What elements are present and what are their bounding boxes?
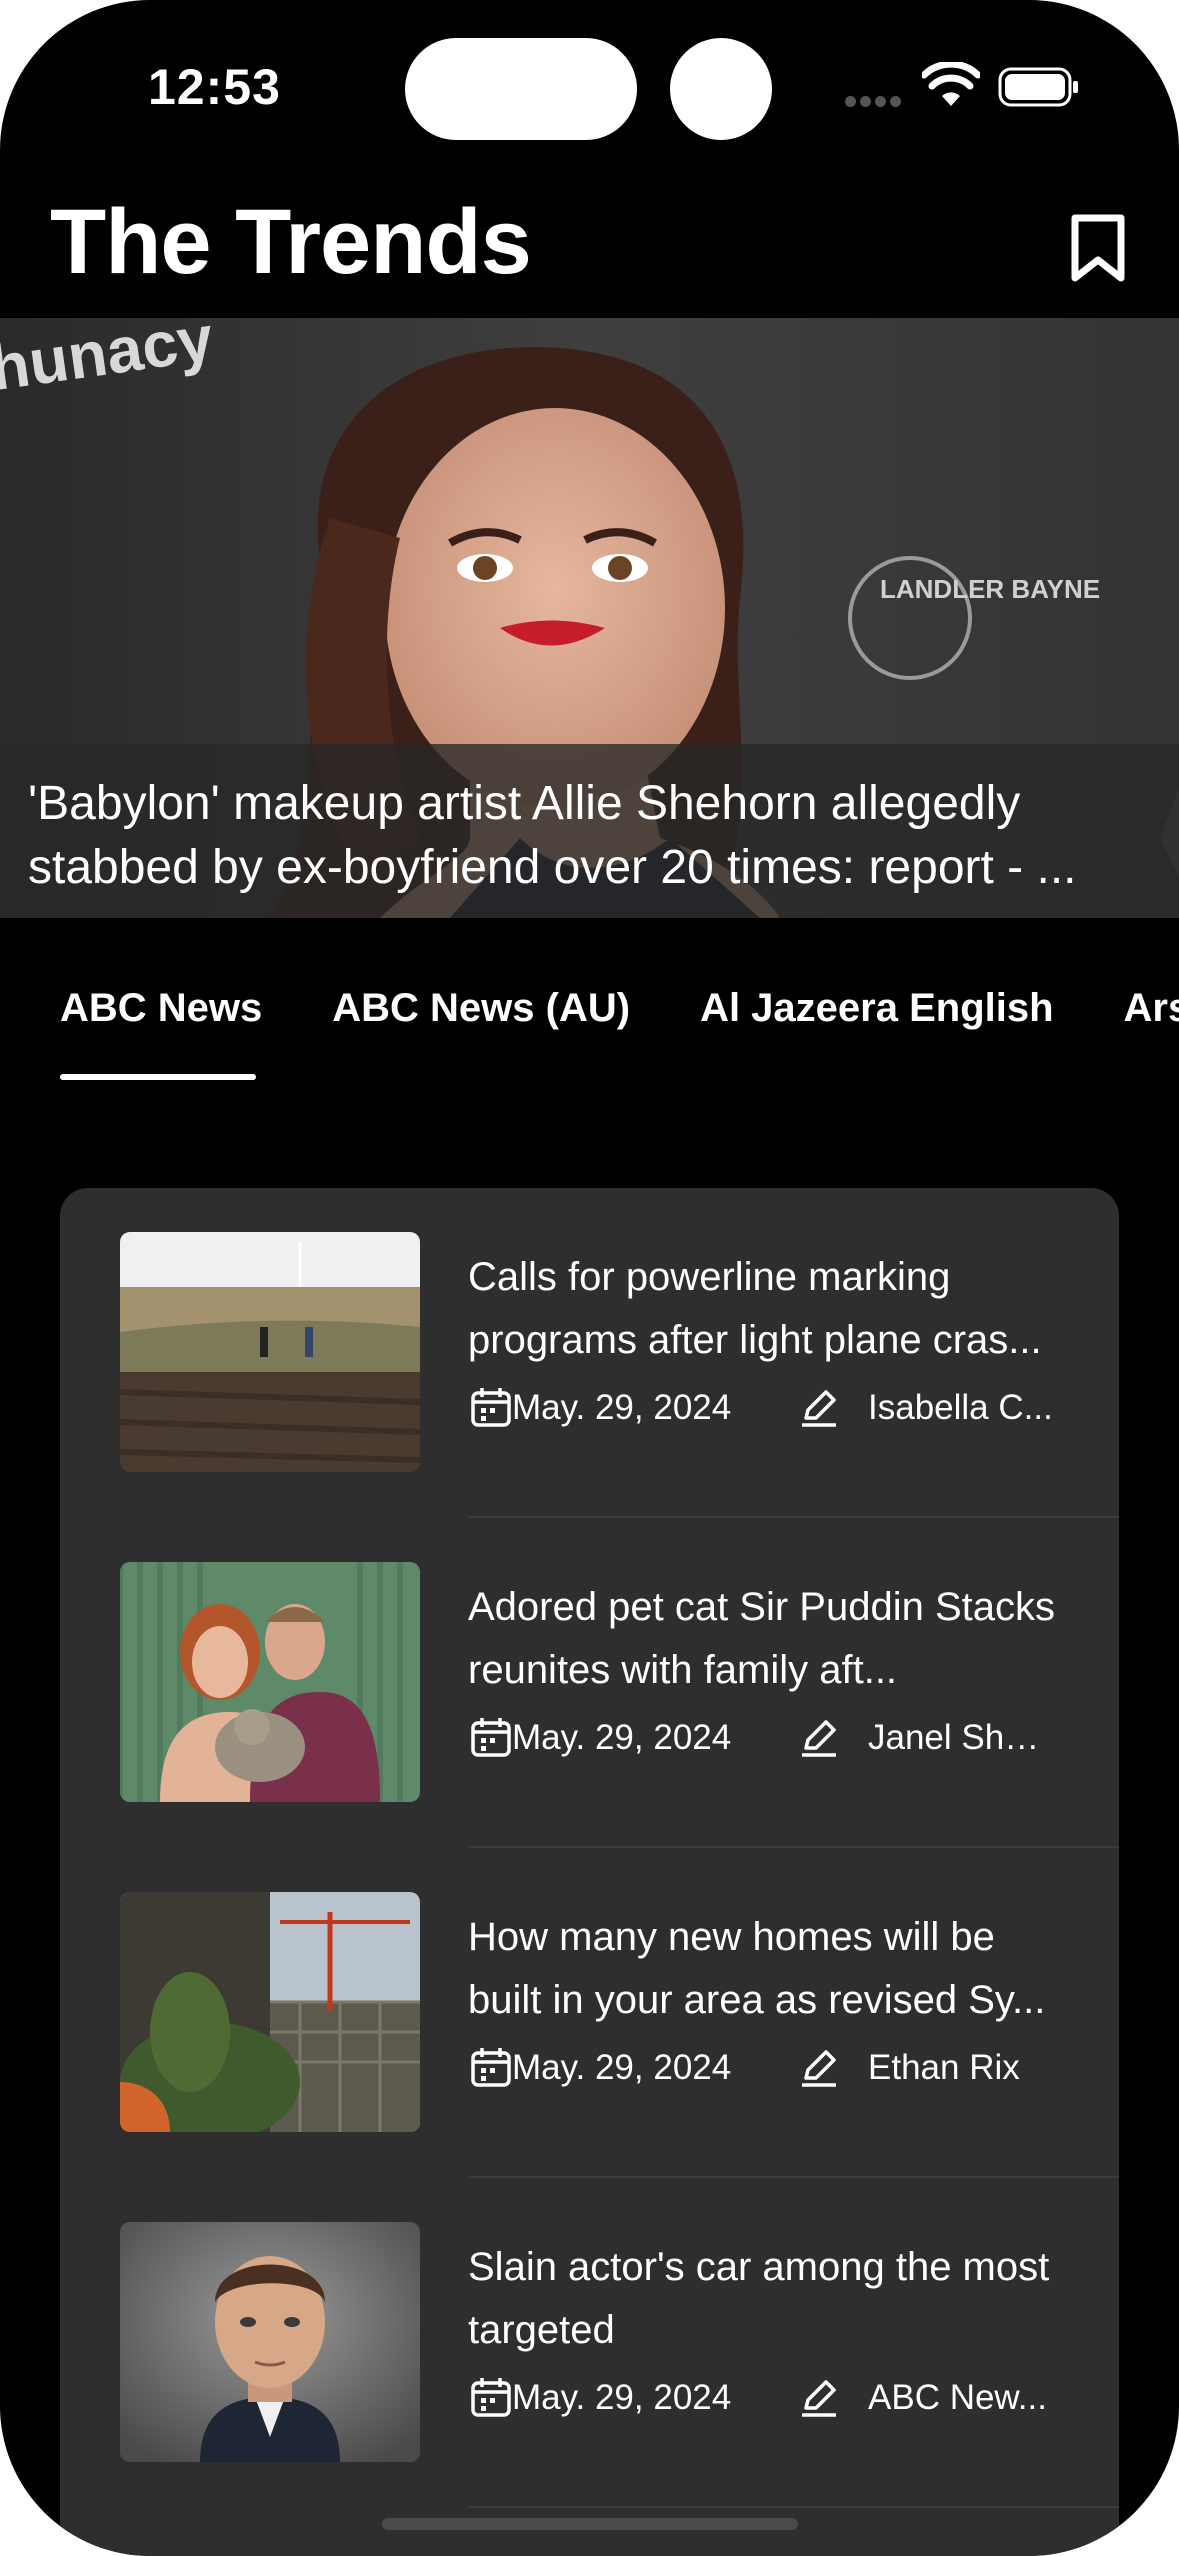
tab-abc-news[interactable]: ABC News [60,986,262,1031]
calendar-icon [471,1388,511,1427]
pencil-icon [802,1390,836,1427]
article-title: How many new homes will be built in your… [468,1915,1046,2022]
phone-screen: 12:53 The Trends hunacy LANDLER BAYNE 'B… [0,0,1179,2556]
dynamic-island [405,38,637,140]
article-item[interactable]: Calls for powerline marking programs aft… [60,1188,1119,1518]
article-author: ABC New... [868,2378,1047,2417]
article-list: Calls for powerline marking programs aft… [60,1188,1119,2556]
article-thumbnail [120,1892,420,2132]
article-meta: May. 29, 2024 Janel Shor... [468,1714,1088,1760]
article-title: Calls for powerline marking programs aft… [468,1255,1042,1362]
calendar-icon [471,2048,511,2087]
pencil-icon [802,2380,836,2417]
page-title: The Trends [50,191,532,293]
pencil-icon [802,2050,836,2087]
pencil-icon [802,1720,836,1757]
battery-icon [998,67,1078,107]
hero-banner[interactable]: hunacy LANDLER BAYNE 'Babylon' makeup ar… [0,318,1179,918]
source-tabs: ABC News ABC News (AU) Al Jazeera English A… [60,986,1179,1031]
selected-tab-indicator [60,1074,256,1080]
article-item[interactable]: How many new homes will be built in your… [60,1848,1119,2178]
article-meta: May. 29, 2024 ABC New... [468,2374,1088,2420]
article-date: May. 29, 2024 [512,2048,732,2087]
row-divider [468,2506,1119,2508]
article-thumbnail [120,2222,420,2462]
hero-headline[interactable]: 'Babylon' makeup artist Allie Shehorn al… [28,772,1151,900]
backdrop-sponsor-text: LANDLER BAYNE [880,574,1100,604]
bookmark-button[interactable] [1065,212,1131,284]
tab-abc-news-au[interactable]: ABC News (AU) [332,986,630,1031]
article-date: May. 29, 2024 [512,1388,732,1427]
article-author: Janel Shor... [868,1718,1058,1757]
home-indicator[interactable] [382,2518,798,2530]
article-item[interactable]: Adored pet cat Sir Puddin Stacks reunite… [60,1518,1119,1848]
tab-al-jazeera-english[interactable]: Al Jazeera English [700,986,1053,1031]
article-author: Isabella C... [868,1388,1053,1427]
article-title: Slain actor's car among the most targete… [468,2245,1050,2352]
cellular-signal-icon [845,94,905,107]
article-item[interactable]: Slain actor's car among the most targete… [60,2178,1119,2508]
hero-caption: 'Babylon' makeup artist Allie Shehorn al… [0,744,1179,918]
wifi-icon [922,62,980,106]
article-meta: May. 29, 2024 Ethan Rix [468,2044,1088,2090]
article-thumbnail [120,1562,420,1802]
tab-ars-technica[interactable]: Ars T [1124,986,1179,1031]
calendar-icon [471,2378,511,2417]
calendar-icon [471,1718,511,1757]
article-thumbnail [120,1232,420,1472]
status-time: 12:53 [148,59,281,115]
camera-cutout [670,38,772,140]
article-title: Adored pet cat Sir Puddin Stacks reunite… [468,1585,1055,1692]
article-date: May. 29, 2024 [512,2378,732,2417]
article-author: Ethan Rix [868,2048,1020,2087]
article-meta: May. 29, 2024 Isabella C... [468,1384,1088,1430]
article-date: May. 29, 2024 [512,1718,732,1757]
